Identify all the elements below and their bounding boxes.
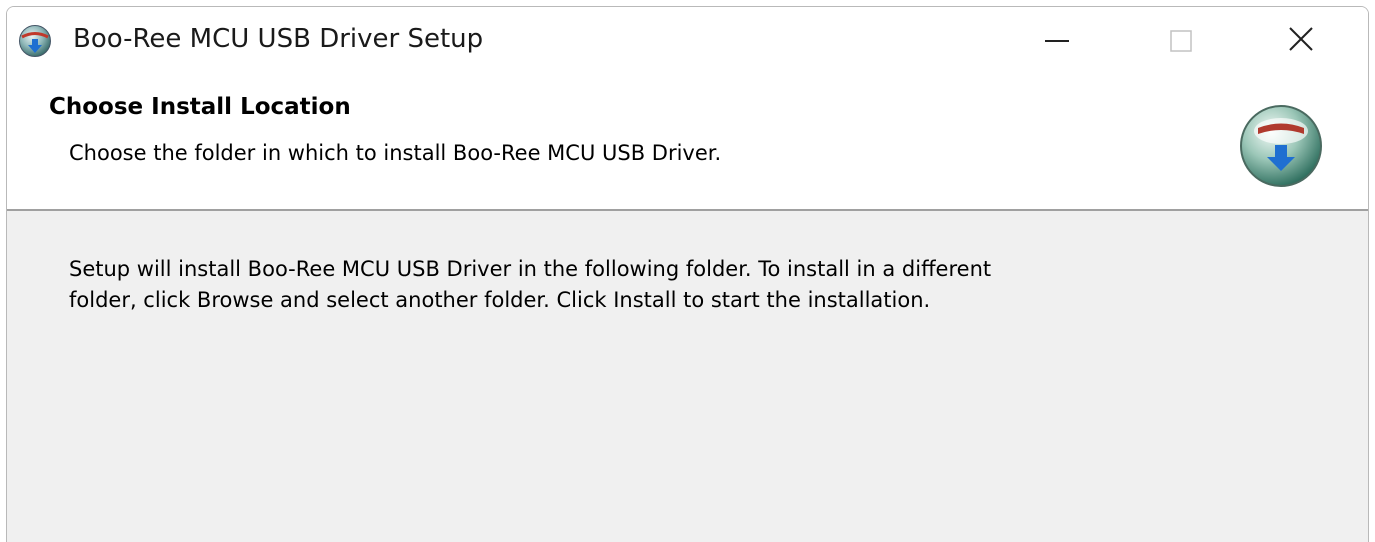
page-subtitle: Choose the folder in which to install Bo…: [69, 141, 722, 165]
page-header: Choose Install Location Choose the folde…: [7, 71, 1368, 209]
setup-window: Boo-Ree MCU USB Driver Setup Choose Inst…: [6, 6, 1369, 542]
installer-globe-icon: [19, 25, 51, 57]
maximize-icon[interactable]: [1131, 7, 1231, 71]
close-icon[interactable]: [1251, 7, 1351, 71]
minimize-icon[interactable]: [1007, 7, 1107, 71]
title-bar[interactable]: Boo-Ree MCU USB Driver Setup: [7, 7, 1368, 71]
description-line: Setup will install Boo-Ree MCU USB Drive…: [69, 257, 992, 281]
page-title: Choose Install Location: [49, 94, 351, 120]
install-description: Setup will install Boo-Ree MCU USB Drive…: [69, 254, 1269, 316]
window-title: Boo-Ree MCU USB Driver Setup: [73, 24, 484, 54]
content-panel: Setup will install Boo-Ree MCU USB Drive…: [7, 211, 1368, 542]
installer-globe-icon: [1240, 105, 1322, 187]
description-line: folder, click Browse and select another …: [69, 288, 931, 312]
